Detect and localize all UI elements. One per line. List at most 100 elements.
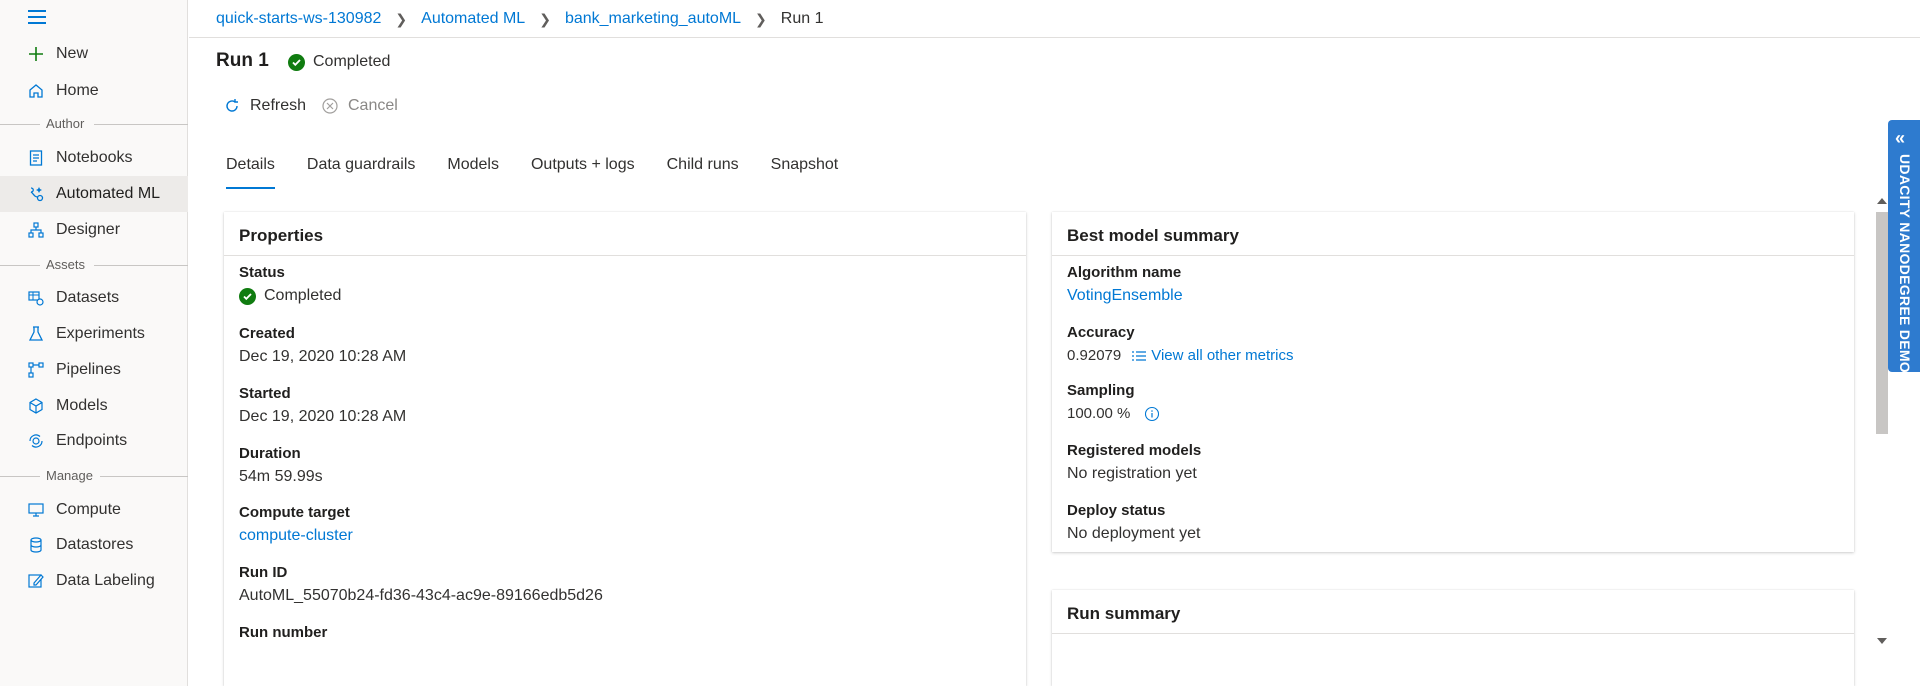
- properties-card: Properties Status Completed Created Dec …: [224, 212, 1026, 686]
- property-value: AutoML_55070b24-fd36-43c4-ac9e-89166edb5…: [239, 587, 603, 604]
- info-icon[interactable]: [1144, 406, 1160, 422]
- property-label: Status: [239, 264, 285, 281]
- nav-label: Compute: [56, 501, 121, 518]
- chevron-right-icon: ❯: [755, 10, 767, 27]
- nav-models[interactable]: Models: [0, 388, 188, 424]
- status-badge: Completed: [288, 53, 390, 71]
- left-nav: New Home Author Notebooks Automated ML D…: [0, 0, 188, 686]
- menu-icon[interactable]: [28, 10, 46, 24]
- property-label: Deploy status: [1067, 502, 1166, 519]
- nav-label: Experiments: [56, 325, 145, 342]
- nav-designer[interactable]: Designer: [0, 212, 188, 248]
- scroll-up-arrow-icon[interactable]: [1877, 198, 1887, 204]
- property-accuracy: Accuracy 0.92079 View all other metrics: [1067, 324, 1294, 364]
- property-deploy-status: Deploy status No deployment yet: [1067, 502, 1200, 543]
- property-run-number: Run number: [239, 624, 327, 641]
- property-run-id: Run ID AutoML_55070b24-fd36-43c4-ac9e-89…: [239, 564, 603, 605]
- nav-label: Designer: [56, 221, 121, 238]
- property-value: 0.92079 View all other metrics: [1067, 347, 1294, 364]
- breadcrumb-automl[interactable]: Automated ML: [421, 10, 525, 28]
- section-manage: Manage: [0, 468, 188, 484]
- property-value: Dec 19, 2020 10:28 AM: [239, 408, 407, 425]
- property-label: Duration: [239, 445, 301, 462]
- nav-datasets[interactable]: Datasets: [0, 280, 188, 316]
- property-value: Completed: [239, 287, 341, 305]
- nav-data-labeling[interactable]: Data Labeling: [0, 563, 188, 599]
- compute-target-link[interactable]: compute-cluster: [239, 527, 353, 545]
- section-author: Author: [0, 116, 188, 132]
- udacity-demo-tab[interactable]: « UDACITY NANODEGREE DEMO: [1888, 120, 1920, 373]
- chevron-right-icon: ❯: [395, 10, 408, 27]
- breadcrumb: quick-starts-ws-130982 ❯ Automated ML ❯ …: [216, 8, 823, 30]
- breadcrumb-experiment[interactable]: bank_marketing_autoML: [565, 10, 741, 28]
- refresh-label: Refresh: [250, 97, 307, 114]
- status-text: Completed: [313, 53, 391, 70]
- nav-home[interactable]: Home: [0, 73, 188, 109]
- property-label: Sampling: [1067, 382, 1135, 399]
- nav-automated-ml[interactable]: Automated ML: [0, 176, 188, 212]
- property-status: Status Completed: [239, 264, 341, 305]
- refresh-button[interactable]: Refresh: [222, 96, 306, 116]
- chevron-right-icon: ❯: [539, 10, 551, 27]
- divider: [224, 255, 1026, 256]
- labeling-icon: [26, 571, 46, 591]
- property-label: Run number: [239, 624, 328, 641]
- tab-data-guardrails[interactable]: Data guardrails: [307, 156, 416, 192]
- nav-pipelines[interactable]: Pipelines: [0, 352, 188, 388]
- nav-endpoints[interactable]: Endpoints: [0, 423, 188, 459]
- run-summary-title: Run summary: [1067, 604, 1181, 623]
- tab-outputs-logs[interactable]: Outputs + logs: [531, 156, 635, 192]
- nav-label: New: [56, 45, 89, 62]
- pipeline-icon: [26, 360, 46, 380]
- scrollbar-thumb[interactable]: [1876, 212, 1888, 434]
- scroll-down-arrow-icon[interactable]: [1877, 638, 1887, 644]
- best-model-title: Best model summary: [1067, 226, 1239, 245]
- nav-label: Pipelines: [56, 361, 121, 378]
- nav-label: Home: [56, 82, 99, 99]
- nav-datastores[interactable]: Datastores: [0, 527, 188, 563]
- nav-experiments[interactable]: Experiments: [0, 316, 188, 352]
- home-icon: [26, 81, 46, 101]
- nav-notebooks[interactable]: Notebooks: [0, 140, 188, 176]
- nav-label: Endpoints: [56, 432, 128, 449]
- view-metrics-link[interactable]: View all other metrics: [1131, 347, 1294, 364]
- check-circle-icon: [288, 53, 305, 71]
- endpoint-icon: [26, 431, 46, 451]
- property-label: Started: [239, 385, 291, 402]
- property-sampling: Sampling 100.00 %: [1067, 382, 1160, 422]
- view-metrics-label: View all other metrics: [1151, 347, 1294, 364]
- breadcrumb-current: Run 1: [780, 10, 824, 27]
- algorithm-link[interactable]: VotingEnsemble: [1067, 287, 1183, 305]
- tab-bar: Details Data guardrails Models Outputs +…: [226, 156, 870, 192]
- udacity-demo-label: UDACITY NANODEGREE DEMO: [1897, 154, 1913, 373]
- designer-icon: [26, 220, 46, 240]
- property-value: Dec 19, 2020 10:28 AM: [239, 348, 407, 365]
- tab-snapshot[interactable]: Snapshot: [771, 156, 839, 192]
- cancel-button[interactable]: Cancel: [320, 96, 398, 116]
- run-summary-card: Run summary: [1052, 590, 1854, 686]
- nav-compute[interactable]: Compute: [0, 492, 188, 528]
- double-chevron-left-icon: «: [1895, 128, 1906, 148]
- flask-icon: [26, 324, 46, 344]
- property-value: 54m 59.99s: [239, 468, 323, 485]
- accuracy-value: 0.92079: [1067, 347, 1122, 364]
- tab-child-runs[interactable]: Child runs: [667, 156, 739, 192]
- property-value: No deployment yet: [1067, 525, 1201, 542]
- property-value: 100.00 %: [1067, 405, 1160, 422]
- section-assets: Assets: [0, 257, 188, 273]
- property-label: Created: [239, 325, 295, 342]
- property-label: Compute target: [239, 504, 350, 521]
- property-duration: Duration 54m 59.99s: [239, 445, 323, 486]
- property-algorithm: Algorithm name VotingEnsemble: [1067, 264, 1183, 305]
- breadcrumb-workspace[interactable]: quick-starts-ws-130982: [216, 10, 381, 28]
- notebook-icon: [26, 148, 46, 168]
- tab-models[interactable]: Models: [447, 156, 499, 192]
- nav-label: Automated ML: [56, 185, 161, 202]
- property-created: Created Dec 19, 2020 10:28 AM: [239, 325, 406, 366]
- nav-new[interactable]: New: [0, 36, 188, 72]
- tab-details[interactable]: Details: [226, 156, 275, 192]
- monitor-icon: [26, 500, 46, 520]
- nav-label: Data Labeling: [56, 572, 155, 589]
- property-label: Accuracy: [1067, 324, 1135, 341]
- property-label: Algorithm name: [1067, 264, 1182, 281]
